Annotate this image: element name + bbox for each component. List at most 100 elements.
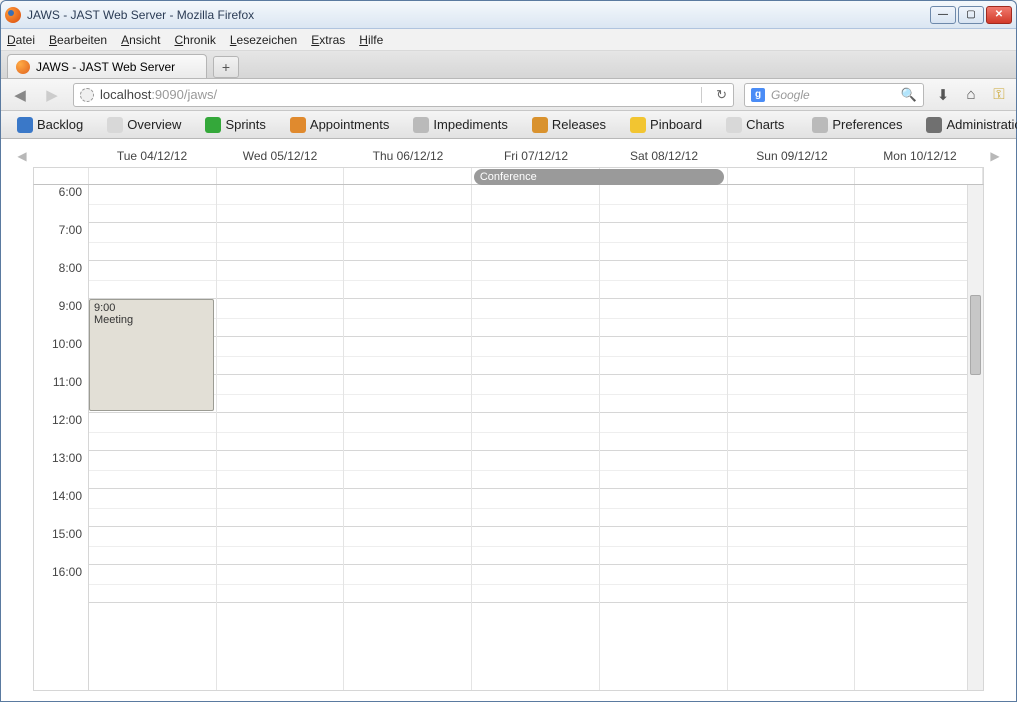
calendar-header: ◀ Tue 04/12/12Wed 05/12/12Thu 06/12/12Fr… — [11, 145, 1006, 167]
menu-datei[interactable]: Datei — [7, 33, 35, 47]
day-column[interactable] — [344, 185, 472, 690]
toolbar-appointments[interactable]: Appointments — [280, 115, 400, 135]
day-header: Thu 06/12/12 — [344, 149, 472, 163]
toolbar-preferences[interactable]: Preferences — [802, 115, 912, 135]
day-header: Tue 04/12/12 — [88, 149, 216, 163]
search-icon[interactable]: 🔍 — [901, 87, 917, 103]
day-header: Wed 05/12/12 — [216, 149, 344, 163]
calendar-day-headers: Tue 04/12/12Wed 05/12/12Thu 06/12/12Fri … — [33, 149, 984, 163]
window-titlebar: JAWS - JAST Web Server - Mozilla Firefox… — [1, 1, 1016, 29]
calendar-grid: 6:007:008:009:0010:0011:0012:0013:0014:0… — [34, 185, 983, 690]
charts-icon — [726, 117, 742, 133]
tab-bar: JAWS - JAST Web Server + — [1, 51, 1016, 79]
site-identity-icon — [80, 88, 94, 102]
calendar-scrollbar[interactable] — [967, 185, 983, 690]
forward-button[interactable]: ▶ — [41, 84, 63, 106]
calendar-body: 6:007:008:009:0010:0011:0012:0013:0014:0… — [33, 185, 984, 691]
tab-title: JAWS - JAST Web Server — [36, 60, 175, 74]
calendar-next-button[interactable]: ▶ — [984, 149, 1006, 163]
day-column[interactable]: 9:00Meeting — [89, 185, 217, 690]
event-title: Meeting — [94, 314, 209, 326]
pinboard-icon — [630, 117, 646, 133]
back-button[interactable]: ◀ — [9, 84, 31, 106]
nav-toolbar: ◀ ▶ localhost:9090/jaws/ ↻ g Google 🔍 ⬇ … — [1, 79, 1016, 111]
app-toolbar: Backlog Overview Sprints Appointments Impedi… — [1, 111, 1016, 139]
minimize-button[interactable]: — — [930, 6, 956, 24]
administration-icon — [926, 117, 942, 133]
toolbar-label: Overview — [127, 117, 181, 132]
calendar-view: ◀ Tue 04/12/12Wed 05/12/12Thu 06/12/12Fr… — [1, 139, 1016, 701]
backlog-icon — [17, 117, 33, 133]
time-column: 6:007:008:009:0010:0011:0012:0013:0014:0… — [34, 185, 89, 690]
day-column[interactable] — [472, 185, 600, 690]
time-label: 9:00 — [34, 299, 88, 337]
releases-icon — [532, 117, 548, 133]
toolbar-impediments[interactable]: Impediments — [403, 115, 517, 135]
google-icon: g — [751, 88, 765, 102]
time-label: 10:00 — [34, 337, 88, 375]
toolbar-label: Sprints — [225, 117, 265, 132]
day-column[interactable] — [600, 185, 728, 690]
time-label: 11:00 — [34, 375, 88, 413]
calendar-prev-button[interactable]: ◀ — [11, 149, 33, 163]
reload-button[interactable]: ↻ — [716, 87, 727, 103]
sprints-icon — [205, 117, 221, 133]
menu-chronik[interactable]: Chronik — [174, 33, 215, 47]
time-label: 14:00 — [34, 489, 88, 527]
allday-event-conference[interactable]: Conference — [474, 169, 724, 185]
toolbar-label: Impediments — [433, 117, 507, 132]
toolbar-overview[interactable]: Overview — [97, 115, 191, 135]
toolbar-backlog[interactable]: Backlog — [7, 115, 93, 135]
time-label: 15:00 — [34, 527, 88, 565]
browser-window: JAWS - JAST Web Server - Mozilla Firefox… — [0, 0, 1017, 702]
day-column[interactable] — [728, 185, 856, 690]
close-button[interactable]: ✕ — [986, 6, 1012, 24]
maximize-button[interactable]: ▢ — [958, 6, 984, 24]
window-controls: — ▢ ✕ — [930, 6, 1012, 24]
time-label: 8:00 — [34, 261, 88, 299]
key-icon[interactable]: ⚿ — [990, 86, 1008, 104]
menu-hilfe[interactable]: Hilfe — [359, 33, 383, 47]
tab-favicon — [16, 60, 30, 74]
menu-lesezeichen[interactable]: Lesezeichen — [230, 33, 297, 47]
toolbar-label: Administration — [946, 117, 1017, 132]
toolbar-sprints[interactable]: Sprints — [195, 115, 275, 135]
scrollbar-thumb[interactable] — [970, 295, 981, 375]
preferences-icon — [812, 117, 828, 133]
time-label: 12:00 — [34, 413, 88, 451]
new-tab-button[interactable]: + — [213, 56, 239, 78]
day-column[interactable] — [855, 185, 983, 690]
day-header: Mon 10/12/12 — [856, 149, 984, 163]
toolbar-label: Releases — [552, 117, 606, 132]
impediments-icon — [413, 117, 429, 133]
menu-bearbeiten[interactable]: Bearbeiten — [49, 33, 107, 47]
home-icon[interactable]: ⌂ — [962, 86, 980, 104]
window-title: JAWS - JAST Web Server - Mozilla Firefox — [27, 8, 930, 22]
time-label: 13:00 — [34, 451, 88, 489]
menu-ansicht[interactable]: Ansicht — [121, 33, 160, 47]
toolbar-label: Appointments — [310, 117, 390, 132]
appointments-icon — [290, 117, 306, 133]
toolbar-releases[interactable]: Releases — [522, 115, 616, 135]
toolbar-label: Pinboard — [650, 117, 702, 132]
url-text: localhost:9090/jaws/ — [100, 87, 691, 102]
toolbar-label: Charts — [746, 117, 784, 132]
downloads-icon[interactable]: ⬇ — [934, 86, 952, 104]
toolbar-charts[interactable]: Charts — [716, 115, 794, 135]
browser-menubar: Datei Bearbeiten Ansicht Chronik Lesezei… — [1, 29, 1016, 51]
address-bar[interactable]: localhost:9090/jaws/ ↻ — [73, 83, 734, 107]
day-header: Sat 08/12/12 — [600, 149, 728, 163]
toolbar-label: Preferences — [832, 117, 902, 132]
event-meeting[interactable]: 9:00Meeting — [89, 299, 214, 411]
toolbar-administration[interactable]: Administration — [916, 115, 1017, 135]
day-header: Fri 07/12/12 — [472, 149, 600, 163]
browser-tab[interactable]: JAWS - JAST Web Server — [7, 54, 207, 78]
allday-row: Conference — [33, 167, 984, 185]
search-box[interactable]: g Google 🔍 — [744, 83, 924, 107]
time-label: 7:00 — [34, 223, 88, 261]
event-time: 9:00 — [94, 302, 209, 314]
day-column[interactable] — [217, 185, 345, 690]
menu-extras[interactable]: Extras — [311, 33, 345, 47]
toolbar-pinboard[interactable]: Pinboard — [620, 115, 712, 135]
firefox-icon — [5, 7, 21, 23]
